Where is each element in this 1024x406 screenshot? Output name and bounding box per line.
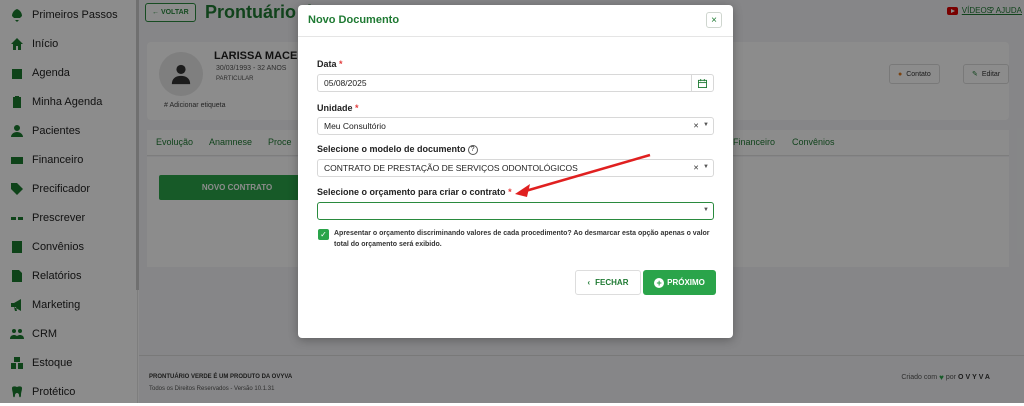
model-select[interactable]: CONTRATO DE PRESTAÇÃO DE SERVIÇOS ODONTO… <box>317 159 714 177</box>
close-icon[interactable]: × <box>706 12 722 28</box>
unit-value: Meu Consultório <box>324 121 386 131</box>
budget-select[interactable]: ▼ <box>317 202 714 220</box>
model-value: CONTRATO DE PRESTAÇÃO DE SERVIÇOS ODONTO… <box>324 163 578 173</box>
new-document-modal: Novo Documento × Data * 05/08/2025 Unida… <box>298 5 733 338</box>
clear-icon[interactable]: ✕ <box>693 122 699 130</box>
chevron-down-icon[interactable]: ▼ <box>703 122 709 128</box>
modal-header: Novo Documento × <box>298 5 733 37</box>
unit-label: Unidade * <box>317 103 359 113</box>
model-label: Selecione o modelo de documento? <box>317 144 478 155</box>
close-button-label: FECHAR <box>595 278 629 287</box>
budget-label: Selecione o orçamento para criar o contr… <box>317 187 512 197</box>
next-button[interactable]: + PRÓXIMO <box>643 270 716 295</box>
close-button[interactable]: ‹ FECHAR <box>575 270 641 295</box>
date-value: 05/08/2025 <box>324 78 367 88</box>
date-field[interactable]: 05/08/2025 <box>317 74 714 92</box>
help-icon[interactable]: ? <box>467 144 478 155</box>
next-button-label: PRÓXIMO <box>667 278 705 287</box>
clear-icon[interactable]: ✕ <box>693 164 699 172</box>
calendar-icon[interactable] <box>691 75 713 91</box>
date-label: Data * <box>317 59 343 69</box>
chevron-down-icon[interactable]: ▼ <box>703 164 709 170</box>
itemize-checkbox[interactable]: ✓ <box>318 229 329 240</box>
chevron-down-icon[interactable]: ▼ <box>703 207 709 213</box>
unit-select[interactable]: Meu Consultório ✕ ▼ <box>317 117 714 135</box>
itemize-checkbox-label: Apresentar o orçamento discriminando val… <box>334 230 710 248</box>
modal-title: Novo Documento <box>308 14 400 26</box>
chevron-left-icon: ‹ <box>587 278 591 287</box>
plus-circle-icon: + <box>654 277 665 288</box>
